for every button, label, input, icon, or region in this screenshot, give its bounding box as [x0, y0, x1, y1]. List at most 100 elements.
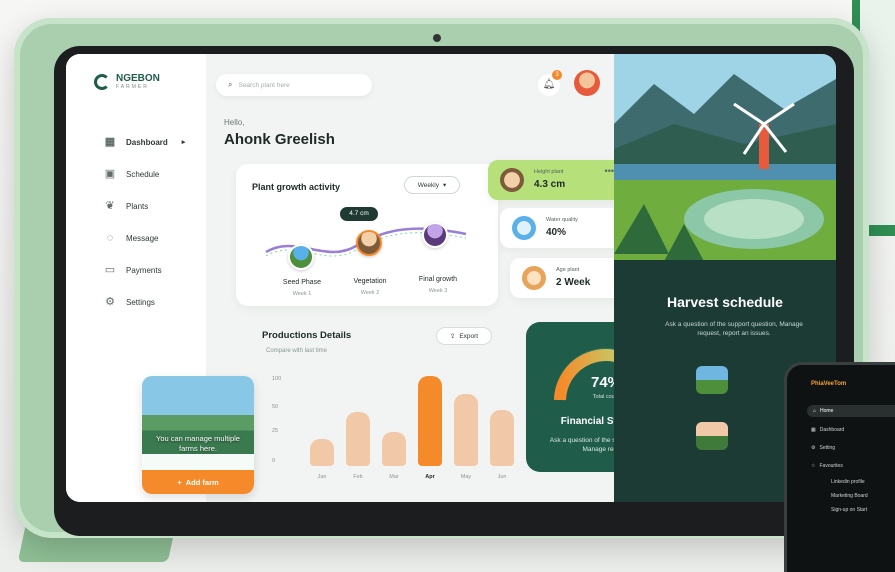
- harvest-item[interactable]: [696, 366, 728, 394]
- phone-menu-item[interactable]: ⌂ Home: [807, 405, 895, 417]
- phone-menu-label: Favourites: [819, 463, 843, 469]
- stat-value: 40%: [546, 227, 567, 238]
- notification-badge: 3: [552, 70, 562, 80]
- seed-phase-thumb: [288, 244, 314, 270]
- caret-right-icon: ▸: [181, 139, 186, 146]
- landscape-illustration: [614, 54, 836, 280]
- phone-menu-label: Linkedin profile: [831, 479, 865, 485]
- plant-icon: [500, 168, 524, 192]
- sidebar-item-label: Schedule: [126, 169, 160, 179]
- phone-menu-item[interactable]: ☆ Favourites: [811, 463, 843, 469]
- stat-label: Age plant: [556, 267, 580, 273]
- sidebar-item-payments[interactable]: ▭ Payments: [104, 254, 185, 286]
- sidebar-item-label: Settings: [126, 297, 155, 307]
- promo-text: You can manage multiple farms here.: [156, 434, 240, 453]
- home-icon: ⌂: [813, 408, 817, 414]
- phone-menu-label: Setting: [819, 445, 836, 451]
- stat-height[interactable]: Height plant 4.3 cm •••: [488, 160, 626, 200]
- phone-menu-item[interactable]: ⚙ Setting: [811, 445, 835, 451]
- x-tick-label: Jun: [497, 474, 507, 480]
- productions-subtitle: Compare with last time: [266, 348, 328, 354]
- sidebar-item-label: Dashboard: [126, 137, 168, 147]
- bar-feb[interactable]: [346, 412, 370, 466]
- x-tick-label: Jan: [317, 474, 327, 480]
- sidebar-item-label: Payments: [126, 265, 162, 275]
- sidebar-nav: ▦ Dashboard ▸ ▣ Schedule ❦ Plants ◌ Message ▭…: [104, 126, 186, 318]
- stat-value: 2 Week: [556, 277, 591, 288]
- harvest-desc: Ask a question of the support question, …: [665, 321, 803, 337]
- stat-value: 4.3 cm: [534, 179, 566, 190]
- camera: [433, 34, 441, 42]
- phone-menu-item[interactable]: Sign-up on Start: [831, 507, 867, 513]
- water-icon: [512, 216, 536, 240]
- chat-icon: ◌: [106, 232, 114, 244]
- stage-week: Week 2: [360, 290, 380, 296]
- y-tick-label: 100: [272, 376, 282, 382]
- avatar[interactable]: [574, 70, 600, 96]
- stage-label: Final growth: [418, 276, 458, 283]
- search-placeholder: Search plant here: [238, 81, 290, 89]
- sidebar-item-dashboard[interactable]: ▦ Dashboard ▸: [104, 126, 186, 158]
- harvest-title: Harvest schedule: [667, 294, 783, 310]
- sidebar-item-message[interactable]: ◌ Message: [104, 222, 185, 254]
- bar-apr[interactable]: [418, 376, 442, 466]
- leaf-icon: ❦: [105, 200, 115, 212]
- promo-card: You can manage multiple farms here. + Add…: [142, 376, 254, 494]
- stat-label: Height plant: [534, 169, 564, 175]
- y-tick-label: 25: [272, 428, 279, 434]
- sidebar-item-label: Plants: [126, 201, 149, 211]
- phone-menu-item[interactable]: Linkedin profile: [831, 479, 865, 485]
- phone-brand: PhiaVeeTom: [811, 381, 847, 387]
- brand-name: NGEBON: [116, 73, 160, 84]
- productions-title: Productions Details: [262, 330, 352, 341]
- bar-jan[interactable]: [310, 439, 334, 466]
- harvest-item[interactable]: [696, 422, 728, 450]
- stat-label: Water quality: [546, 217, 578, 223]
- bar-jun[interactable]: [490, 410, 514, 466]
- sidebar-item-plants[interactable]: ❦ Plants: [104, 190, 185, 222]
- brand-sub: FARMER: [116, 84, 149, 90]
- logo: NGEBON FARMER: [94, 74, 160, 90]
- x-tick-label: Apr: [425, 474, 435, 480]
- x-tick-label: May: [460, 474, 472, 480]
- search-input[interactable]: ⌕ Search plant here: [216, 74, 372, 96]
- grid-icon: ▦: [104, 136, 116, 148]
- stage-week: Week 1: [292, 291, 312, 297]
- gear-icon: ⚙: [811, 445, 816, 451]
- grid-icon: ▦: [811, 427, 816, 433]
- y-tick-label: 50: [272, 404, 279, 410]
- card-icon: ▭: [104, 264, 116, 276]
- add-farm-label: Add farm: [185, 477, 219, 487]
- logo-icon: [94, 74, 110, 90]
- product-mockup: NGEBON FARMER ▦ Dashboard ▸ ▣ Schedule ❦ Pla…: [0, 0, 895, 572]
- x-tick-label: Mar: [389, 474, 399, 480]
- sprout-icon: [522, 266, 546, 290]
- bar-may[interactable]: [454, 394, 478, 466]
- export-icon: ⇪: [449, 333, 456, 340]
- export-label: Export: [459, 332, 479, 340]
- phone-menu-label: Sign-up on Start: [831, 507, 868, 513]
- x-tick-label: Feb: [353, 474, 363, 480]
- plus-icon: +: [177, 477, 182, 487]
- phone-menu-label: Marketing Board: [831, 493, 868, 499]
- sidebar-item-label: Message: [126, 233, 159, 243]
- phone-menu-item[interactable]: ▦ Dashboard: [811, 427, 844, 433]
- phone-menu-item[interactable]: Marketing Board: [831, 493, 868, 499]
- sidebar-item-schedule[interactable]: ▣ Schedule: [104, 158, 185, 190]
- search-icon: ⌕: [228, 80, 233, 89]
- bar-mar[interactable]: [382, 431, 406, 466]
- stage-week: Week 3: [428, 288, 448, 294]
- export-button[interactable]: ⇪ Export: [436, 327, 492, 345]
- stage-label: Seed Phase: [282, 279, 322, 286]
- gear-icon: ⚙: [105, 296, 115, 308]
- add-farm-button[interactable]: + Add farm: [142, 470, 254, 494]
- sidebar-item-settings[interactable]: ⚙ Settings: [104, 286, 185, 318]
- stage-label: Vegetation: [353, 278, 387, 285]
- growth-card: Plant growth activity Weekly ▾ 4.7 cm See…: [236, 164, 498, 306]
- star-icon: ☆: [811, 463, 816, 469]
- y-tick-label: 0: [272, 458, 276, 464]
- calendar-icon: ▣: [104, 168, 116, 180]
- vegetation-thumb: [356, 230, 382, 256]
- more-icon[interactable]: •••: [605, 166, 614, 176]
- growth-tooltip: 4.7 cm: [340, 207, 378, 221]
